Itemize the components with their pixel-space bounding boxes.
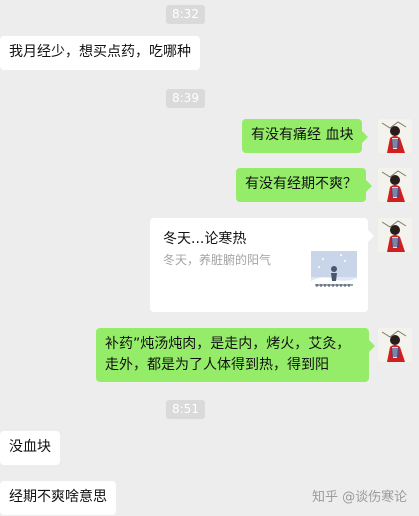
incoming-message-bubble[interactable]: 我月经少，想买点药，吃哪种 xyxy=(0,36,200,70)
card-title: 冬天...论寒热 xyxy=(163,231,247,247)
user-avatar[interactable] xyxy=(378,218,412,252)
message-text: 我月经少，想买点药，吃哪种 xyxy=(9,44,191,60)
message-text: 有没有经期不爽？ xyxy=(245,176,357,192)
snow-scene-thumbnail xyxy=(311,251,357,297)
message-text-line: 走外，都是为了人体得到热，得到阳 xyxy=(105,357,329,373)
avatar-red-figure-icon xyxy=(378,218,412,252)
timestamp: 8:39 xyxy=(166,89,205,108)
message-text: 经期不爽啥意思 xyxy=(9,489,107,505)
user-avatar[interactable] xyxy=(378,119,412,153)
message-text: 有没有痛经 血块 xyxy=(251,127,354,143)
zhihu-watermark: 知乎 @谈伤寒论 xyxy=(312,486,407,505)
user-avatar[interactable] xyxy=(378,328,412,362)
card-thumbnail xyxy=(311,251,357,297)
outgoing-message-bubble[interactable]: 补药”炖汤炖肉，是走内，烤火，艾灸， 走外，都是为了人体得到热，得到阳 xyxy=(96,328,375,382)
card-description: 冬天，养脏腑的阳气 xyxy=(163,253,272,267)
timestamp: 8:51 xyxy=(166,400,205,419)
avatar-red-figure-icon xyxy=(378,119,412,153)
avatar-red-figure-icon xyxy=(378,168,412,202)
outgoing-message-bubble[interactable]: 有没有经期不爽？ xyxy=(236,168,372,202)
message-text: 没血块 xyxy=(9,439,51,455)
incoming-message-bubble[interactable]: 经期不爽啥意思 xyxy=(0,481,116,515)
watermark-text: 知乎 @谈伤寒论 xyxy=(312,490,408,505)
avatar-red-figure-icon xyxy=(378,328,412,362)
shared-article-card[interactable]: 冬天...论寒热 冬天，养脏腑的阳气 xyxy=(150,218,374,312)
outgoing-message-bubble[interactable]: 有没有痛经 血块 xyxy=(242,119,369,153)
user-avatar[interactable] xyxy=(378,168,412,202)
incoming-message-bubble[interactable]: 没血块 xyxy=(0,431,60,465)
message-text-line: 补药”炖汤炖肉，是走内，烤火，艾灸， xyxy=(105,336,351,352)
timestamp: 8:32 xyxy=(166,5,205,24)
